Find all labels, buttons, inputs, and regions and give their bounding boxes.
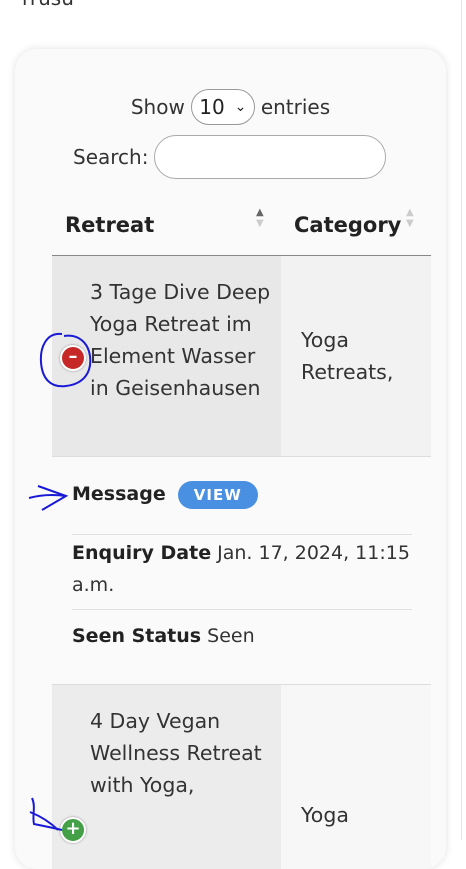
arrow-annotation [28,493,67,499]
arrow-annotation [37,485,69,511]
pen-annotations [28,332,92,831]
circle-annotation [39,332,92,388]
